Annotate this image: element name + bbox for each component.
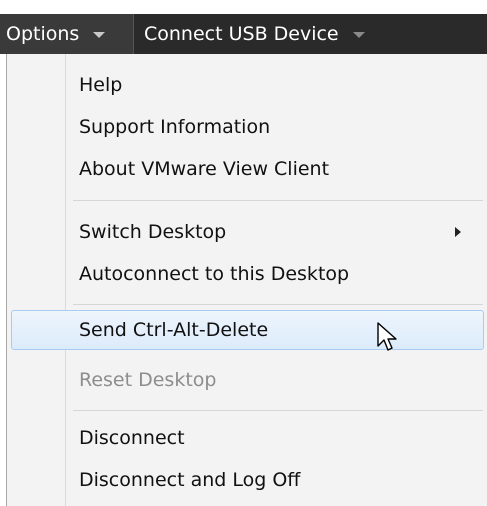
menu-item-label: Autoconnect to this Desktop	[79, 263, 350, 285]
top-strip	[0, 0, 487, 14]
menu-separator	[73, 410, 483, 411]
options-dropdown-menu: Help Support Information About VMware Vi…	[6, 54, 487, 506]
menu-item-label: Send Ctrl-Alt-Delete	[79, 319, 269, 341]
connect-usb-menu-button[interactable]: Connect USB Device	[133, 14, 365, 54]
menu-item-reset-desktop[interactable]: Reset Desktop	[79, 361, 216, 399]
caret-down-icon	[352, 32, 365, 38]
menubar: Options Connect USB Device	[0, 14, 487, 54]
menu-item-label: Switch Desktop	[79, 221, 227, 243]
menu-separator	[73, 304, 483, 305]
options-menu-label: Options	[6, 23, 80, 45]
menu-separator	[73, 200, 483, 201]
submenu-arrow-icon	[455, 227, 461, 237]
caret-down-icon	[93, 32, 106, 38]
menu-item-label: Disconnect	[79, 427, 185, 449]
menu-item-label: Reset Desktop	[79, 369, 217, 391]
mouse-pointer-icon	[377, 322, 397, 351]
menu-item-label: Support Information	[79, 116, 271, 138]
menu-item-disconnect-log-off[interactable]: Disconnect and Log Off	[79, 461, 300, 499]
connect-usb-menu-label: Connect USB Device	[144, 23, 339, 45]
menu-item-label: About VMware View Client	[79, 158, 330, 180]
menu-item-label: Help	[79, 74, 123, 96]
options-menu-button[interactable]: Options	[0, 14, 133, 54]
menu-item-about[interactable]: About VMware View Client	[79, 150, 329, 188]
menu-item-label: Disconnect and Log Off	[79, 469, 301, 491]
menu-item-send-ctrl-alt-delete[interactable]: Send Ctrl-Alt-Delete	[79, 311, 268, 349]
menu-item-disconnect[interactable]: Disconnect	[79, 419, 185, 457]
menu-item-autoconnect[interactable]: Autoconnect to this Desktop	[79, 255, 349, 293]
menu-item-help[interactable]: Help	[79, 66, 122, 104]
menu-icon-gutter	[7, 54, 66, 506]
menu-item-switch-desktop[interactable]: Switch Desktop	[79, 213, 469, 251]
menu-item-support-information[interactable]: Support Information	[79, 108, 270, 146]
